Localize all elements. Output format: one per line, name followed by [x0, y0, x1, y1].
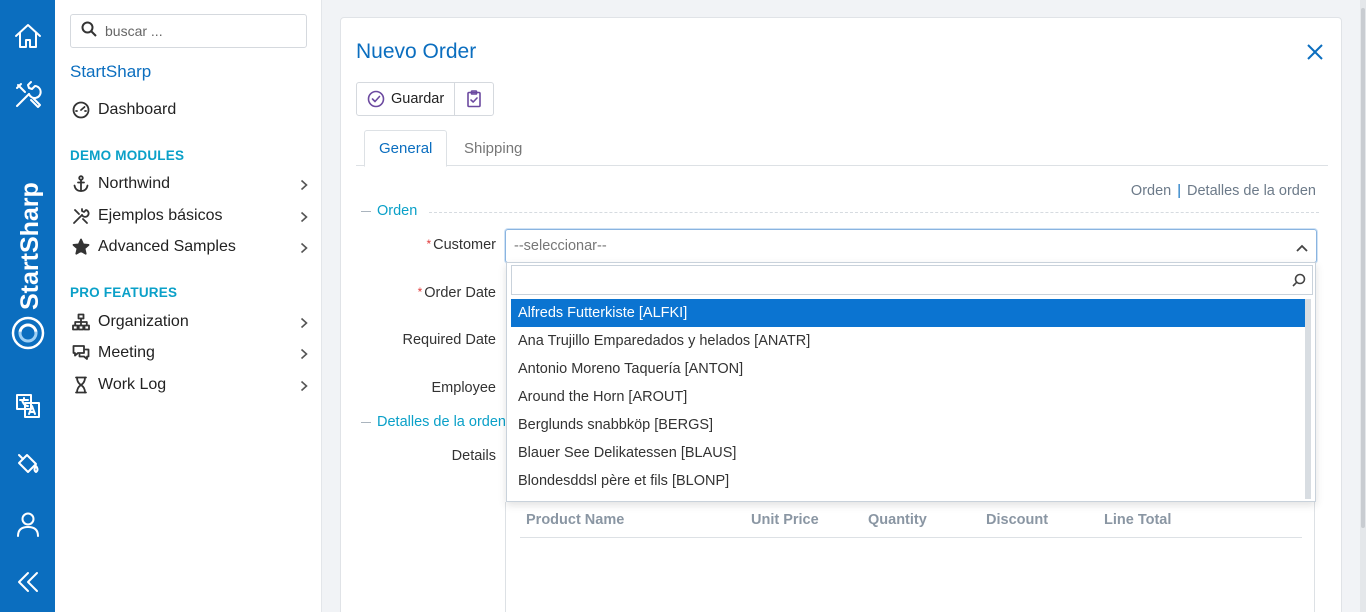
- anchor-icon: [70, 175, 92, 193]
- sidebar-item-work-log[interactable]: Work Log: [70, 373, 310, 397]
- user-icon[interactable]: [0, 508, 55, 540]
- col-unit-price[interactable]: Unit Price: [751, 512, 819, 528]
- save-button[interactable]: Guardar: [357, 83, 454, 115]
- dropdown-search-input[interactable]: [518, 272, 1278, 288]
- clipboard-check-icon: [465, 90, 483, 108]
- category-detalles: Detalles de la orden: [361, 414, 506, 430]
- dropdown-option[interactable]: Antonio Moreno Taquería [ANTON]: [511, 355, 1305, 383]
- tab-shipping[interactable]: Shipping: [450, 130, 536, 167]
- sidebar-item-label: Meeting: [98, 344, 155, 361]
- sidebar-item-label: Advanced Samples: [98, 238, 236, 255]
- close-icon[interactable]: [1307, 44, 1323, 65]
- search-icon: [81, 21, 97, 42]
- page-scrollbar[interactable]: [1360, 0, 1366, 612]
- search-icon: [1292, 273, 1306, 292]
- customer-dropdown: Alfreds Futterkiste [ALFKI] Ana Trujillo…: [506, 262, 1316, 502]
- dropdown-option[interactable]: Berglunds snabbköp [BERGS]: [511, 411, 1305, 439]
- sidebar-item-dashboard[interactable]: Dashboard: [70, 98, 310, 122]
- dropdown-search[interactable]: [511, 265, 1313, 295]
- dialog-title: Nuevo Order: [356, 40, 477, 63]
- tab-bar: General Shipping: [356, 130, 1328, 167]
- dropdown-scrollbar[interactable]: [1305, 299, 1311, 499]
- sidebar-item-northwind[interactable]: Northwind: [70, 172, 310, 196]
- employee-label: Employee: [431, 380, 496, 396]
- tab-general[interactable]: General: [364, 130, 448, 167]
- customer-select[interactable]: --seleccionar--: [505, 229, 1317, 263]
- dropdown-options: Alfreds Futterkiste [ALFKI] Ana Trujillo…: [511, 299, 1305, 495]
- search-box[interactable]: [70, 14, 307, 48]
- chevron-up-icon[interactable]: [1296, 240, 1308, 256]
- section-pro-features: PRO FEATURES: [70, 285, 178, 300]
- chevron-right-icon: [300, 210, 308, 228]
- translate-icon[interactable]: [0, 390, 55, 422]
- link-orden[interactable]: Orden: [1131, 183, 1171, 199]
- chevron-right-icon: [300, 316, 308, 334]
- section-links: Orden | Detalles de la orden: [1131, 183, 1316, 199]
- chevron-right-icon: [300, 347, 308, 365]
- home-icon[interactable]: [0, 20, 55, 52]
- left-rail: StartSharp: [0, 0, 55, 612]
- chevron-right-icon: [300, 178, 308, 196]
- col-product-name[interactable]: Product Name: [526, 512, 624, 528]
- sidebar-item-label: Work Log: [98, 376, 167, 393]
- sitemap-icon: [70, 313, 92, 331]
- collapse-icon[interactable]: [0, 566, 55, 598]
- sidebar-item-organization[interactable]: Organization: [70, 310, 310, 334]
- sidebar-item-label: Ejemplos básicos: [98, 207, 223, 224]
- category-title: Orden: [377, 203, 418, 219]
- order-date-label: * Order Date: [417, 285, 496, 301]
- save-label: Guardar: [391, 91, 445, 107]
- category-orden: Orden: [361, 203, 417, 219]
- customer-label: * Customer: [426, 237, 496, 253]
- col-quantity[interactable]: Quantity: [868, 512, 927, 528]
- chat-icon: [70, 344, 92, 362]
- tools-icon: [70, 207, 92, 225]
- apply-changes-button[interactable]: [454, 83, 493, 115]
- customer-select-value: --seleccionar--: [514, 238, 607, 254]
- grid-header: Product Name Unit Price Quantity Discoun…: [520, 512, 1302, 538]
- dropdown-option[interactable]: Blondesddsl père et fils [BLONP]: [511, 467, 1305, 495]
- dropdown-option[interactable]: Ana Trujillo Emparedados y helados [ANAT…: [511, 327, 1305, 355]
- sidebar-item-label: Organization: [98, 313, 189, 330]
- col-line-total[interactable]: Line Total: [1104, 512, 1171, 528]
- dropdown-option[interactable]: Alfreds Futterkiste [ALFKI]: [511, 299, 1305, 327]
- col-discount[interactable]: Discount: [986, 512, 1048, 528]
- paint-bucket-icon[interactable]: [0, 448, 55, 480]
- startsharp-logo: StartSharp: [11, 182, 45, 350]
- category-title: Detalles de la orden: [377, 414, 506, 430]
- details-grid: Product Name Unit Price Quantity Discoun…: [505, 502, 1315, 612]
- category-divider: [429, 212, 1319, 213]
- sidebar-item-advanced-samples[interactable]: Advanced Samples: [70, 235, 310, 259]
- dropdown-option[interactable]: Around the Horn [AROUT]: [511, 383, 1305, 411]
- sidebar-item-meeting[interactable]: Meeting: [70, 341, 310, 365]
- sidebar: StartSharp Dashboard DEMO MODULES Northw…: [55, 0, 322, 612]
- section-demo-modules: DEMO MODULES: [70, 148, 185, 163]
- search-input[interactable]: [105, 23, 295, 39]
- details-label: Details: [451, 448, 496, 464]
- svg-text:StartSharp: StartSharp: [16, 182, 44, 310]
- sidebar-title: StartSharp: [70, 62, 152, 81]
- chevron-right-icon: [300, 241, 308, 259]
- sidebar-item-label: Northwind: [98, 175, 171, 192]
- chevron-right-icon: [300, 379, 308, 397]
- dropdown-option[interactable]: Blauer See Delikatessen [BLAUS]: [511, 439, 1305, 467]
- hourglass-icon: [70, 376, 92, 394]
- link-detalles[interactable]: Detalles de la orden: [1187, 183, 1316, 199]
- order-dialog: Nuevo Order Guardar General Shipping Ord…: [340, 17, 1342, 612]
- toolbar: Guardar: [356, 82, 495, 116]
- check-circle-icon: [367, 90, 385, 108]
- sidebar-item-ejemplos-basicos[interactable]: Ejemplos básicos: [70, 204, 310, 228]
- gauge-icon: [70, 101, 92, 119]
- link-separator: |: [1177, 183, 1182, 199]
- required-date-label: Required Date: [402, 332, 497, 348]
- star-icon: [70, 238, 92, 256]
- tools-icon[interactable]: [0, 79, 55, 111]
- sidebar-item-label: Dashboard: [98, 101, 177, 118]
